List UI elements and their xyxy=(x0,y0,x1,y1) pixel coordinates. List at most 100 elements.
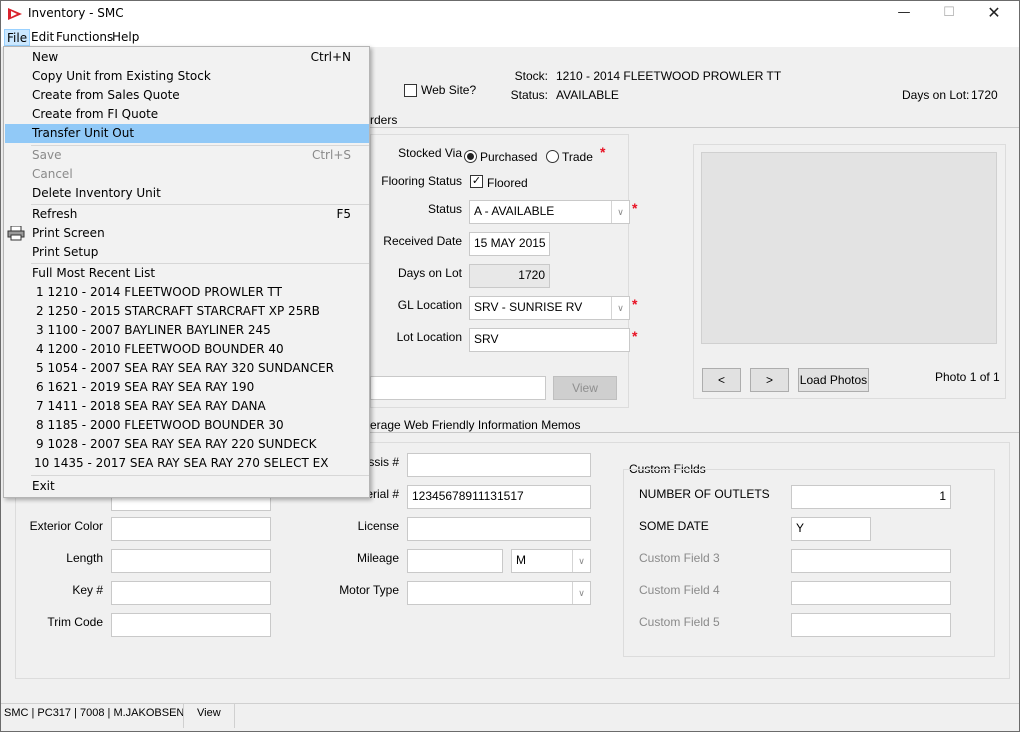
custom-field-label: Custom Field 5 xyxy=(639,615,720,629)
serial-field[interactable]: 12345678911131517 xyxy=(407,485,591,509)
recent-item[interactable]: 3 1100 - 2007 BAYLINER BAYLINER 245 xyxy=(5,321,369,340)
menu-item-label: Delete Inventory Unit xyxy=(32,186,161,200)
menu-item-label: 3 1100 - 2007 BAYLINER BAYLINER 245 xyxy=(36,323,271,337)
menu-item-refresh[interactable]: Refresh F5 xyxy=(5,205,369,224)
view-button[interactable]: View xyxy=(553,376,617,400)
floored-checkbox[interactable]: ✓ xyxy=(470,175,483,188)
license-field[interactable] xyxy=(407,517,591,541)
next-photo-button[interactable]: > xyxy=(750,368,789,392)
gl-location-select[interactable]: SRV - SUNRISE RV ∨ xyxy=(469,296,630,320)
trim-code-field[interactable] xyxy=(111,613,271,637)
custom-field-input[interactable] xyxy=(791,549,951,573)
menu-item-delete-inventory-unit[interactable]: Delete Inventory Unit xyxy=(5,184,369,203)
days-on-lot-label: Days on Lot xyxy=(397,266,462,280)
menu-item-label: 4 1200 - 2010 FLEETWOOD BOUNDER 40 xyxy=(36,342,284,356)
gl-location-value: SRV - SUNRISE RV xyxy=(474,300,583,314)
exterior-color-label: Exterior Color xyxy=(29,519,103,533)
status-bar: SMC | PC317 | 7008 | M.JAKOBSEN View xyxy=(1,703,1019,728)
custom-field-label: Custom Field 4 xyxy=(639,583,720,597)
photo-counter: Photo 1 of 1 xyxy=(935,370,1000,384)
menu-item-exit[interactable]: Exit xyxy=(5,477,369,496)
recent-item[interactable]: 2 1250 - 2015 STARCRAFT STARCRAFT XP 25R… xyxy=(5,302,369,321)
trade-radio[interactable] xyxy=(546,150,559,163)
menu-item-transfer-unit-out[interactable]: Transfer Unit Out xyxy=(5,124,369,143)
tab-orders[interactable]: rders xyxy=(370,113,397,127)
recent-item[interactable]: 4 1200 - 2010 FLEETWOOD BOUNDER 40 xyxy=(5,340,369,359)
status-select[interactable]: A - AVAILABLE ∨ xyxy=(469,200,630,224)
title-bar: Inventory - SMC — ☐ ✕ xyxy=(1,1,1019,27)
menu-item-full-recent-list[interactable]: Full Most Recent List xyxy=(5,264,369,283)
recent-item[interactable]: 9 1028 - 2007 SEA RAY SEA RAY 220 SUNDEC… xyxy=(5,435,369,454)
menu-item-label: Print Setup xyxy=(32,245,99,259)
motor-type-label: Motor Type xyxy=(339,583,399,597)
purchased-label: Purchased xyxy=(480,150,538,164)
menu-item-label: 8 1185 - 2000 FLEETWOOD BOUNDER 30 xyxy=(36,418,284,432)
web-site-checkbox[interactable] xyxy=(404,84,417,97)
web-site-label: Web Site? xyxy=(421,83,477,97)
stock-value: 1210 - 2014 FLEETWOOD PROWLER TT xyxy=(556,69,782,83)
load-photos-button[interactable]: Load Photos xyxy=(798,368,869,392)
window-title: Inventory - SMC xyxy=(28,6,124,20)
menu-functions[interactable]: Functions xyxy=(54,29,115,46)
menu-item-label: Cancel xyxy=(32,167,73,181)
purchased-radio[interactable] xyxy=(464,150,477,163)
custom-field-input[interactable]: Y xyxy=(791,517,871,541)
lot-location-field[interactable]: SRV xyxy=(469,328,630,352)
status-view[interactable]: View xyxy=(183,704,235,728)
menu-edit[interactable]: Edit xyxy=(29,29,56,46)
chassis-field[interactable] xyxy=(407,453,591,477)
menu-item-label: Copy Unit from Existing Stock xyxy=(32,69,211,83)
menu-help[interactable]: Help xyxy=(110,29,141,46)
motor-type-select[interactable]: ∨ xyxy=(407,581,591,605)
received-date-field[interactable]: 15 MAY 2015 xyxy=(469,232,550,256)
custom-field-input[interactable] xyxy=(791,613,951,637)
menu-item-label: Transfer Unit Out xyxy=(32,126,135,140)
status-select-value: A - AVAILABLE xyxy=(474,204,555,218)
menu-file[interactable]: File xyxy=(4,29,31,46)
key-label: Key # xyxy=(72,583,103,597)
menu-item-cancel[interactable]: Cancel xyxy=(5,165,369,184)
mileage-label: Mileage xyxy=(356,551,399,565)
custom-field-input[interactable] xyxy=(791,581,951,605)
recent-item[interactable]: 8 1185 - 2000 FLEETWOOD BOUNDER 30 xyxy=(5,416,369,435)
maximize-button[interactable]: ☐ xyxy=(926,1,972,27)
menu-item-create-from-fi-quote[interactable]: Create from FI Quote xyxy=(5,105,369,124)
tabs-bottom-row[interactable]: erage Web Friendly Information Memos xyxy=(370,418,581,432)
menu-item-label: New xyxy=(32,50,59,64)
custom-field-input[interactable]: 1 xyxy=(791,485,951,509)
gl-location-label: GL Location xyxy=(397,298,462,312)
tabstrip-bottom-divider xyxy=(370,432,1019,433)
stocked-via-label: Stocked Via xyxy=(398,146,462,160)
prev-photo-button[interactable]: < xyxy=(702,368,741,392)
status-label: Status: xyxy=(510,88,548,102)
recent-item[interactable]: 7 1411 - 2018 SEA RAY SEA RAY DANA xyxy=(5,397,369,416)
mileage-unit-select[interactable]: M ∨ xyxy=(511,549,591,573)
length-field[interactable] xyxy=(111,549,271,573)
exterior-color-field[interactable] xyxy=(111,517,271,541)
partial-input-field[interactable] xyxy=(370,376,546,400)
close-button[interactable]: ✕ xyxy=(971,1,1017,27)
menu-item-create-from-sales-quote[interactable]: Create from Sales Quote xyxy=(5,86,369,105)
key-field[interactable] xyxy=(111,581,271,605)
minimize-button[interactable]: — xyxy=(881,1,927,27)
recent-item[interactable]: 6 1621 - 2019 SEA RAY SEA RAY 190 xyxy=(5,378,369,397)
menu-item-new[interactable]: New Ctrl+N xyxy=(5,48,369,67)
menu-item-label: 6 1621 - 2019 SEA RAY SEA RAY 190 xyxy=(36,380,255,394)
recent-item[interactable]: 10 1435 - 2017 SEA RAY SEA RAY 270 SELEC… xyxy=(5,454,369,473)
menu-item-print-setup[interactable]: Print Setup xyxy=(5,243,369,262)
custom-field-label: SOME DATE xyxy=(639,519,709,533)
menu-item-label: Save xyxy=(32,148,62,162)
file-menu-dropdown: New Ctrl+N Copy Unit from Existing Stock… xyxy=(3,46,370,498)
menu-item-shortcut: Ctrl+N xyxy=(310,50,351,64)
stock-label: Stock: xyxy=(514,69,548,83)
recent-item[interactable]: 5 1054 - 2007 SEA RAY SEA RAY 320 SUNDAN… xyxy=(5,359,369,378)
menu-item-print-screen[interactable]: Print Screen xyxy=(5,224,369,243)
mileage-field[interactable] xyxy=(407,549,503,573)
recent-item[interactable]: 1 1210 - 2014 FLEETWOOD PROWLER TT xyxy=(5,283,369,302)
menu-item-save[interactable]: Save Ctrl+S xyxy=(5,146,369,165)
custom-field-label: Custom Field 3 xyxy=(639,551,720,565)
menu-item-copy-unit[interactable]: Copy Unit from Existing Stock xyxy=(5,67,369,86)
menu-item-label: Create from Sales Quote xyxy=(32,88,180,102)
gl-location-required-mark: * xyxy=(632,296,638,312)
chevron-down-icon: ∨ xyxy=(572,550,590,572)
